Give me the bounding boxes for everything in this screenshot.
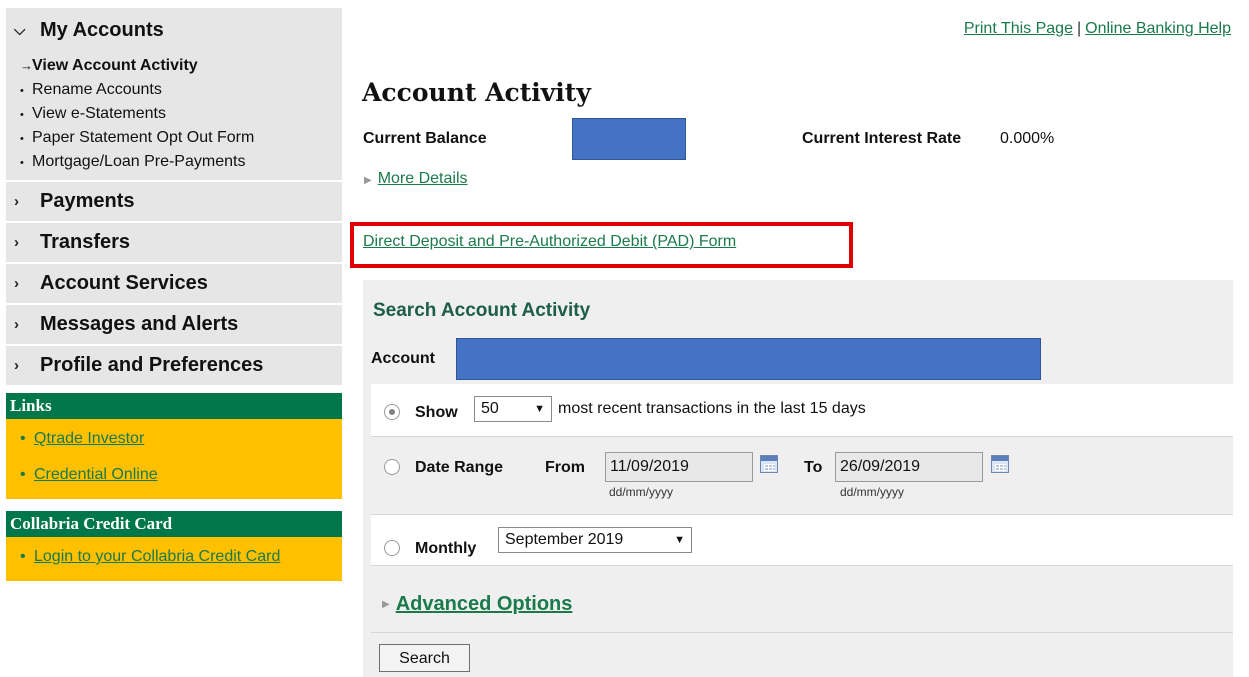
nav-label: Payments xyxy=(40,190,135,212)
links-title: Links xyxy=(6,393,342,419)
bullet-icon: • xyxy=(20,548,26,565)
calendar-icon[interactable] xyxy=(991,455,1009,473)
chevron-right-icon: › xyxy=(14,193,19,210)
chevron-right-icon: › xyxy=(14,275,19,292)
monthly-radio[interactable] xyxy=(384,540,400,556)
sidebar-item-label: View Account Activity xyxy=(32,57,198,74)
collabria-item: • Login to your Collabria Credit Card xyxy=(6,547,342,567)
sidebar-item-rename-accounts[interactable]: • Rename Accounts xyxy=(6,78,342,102)
to-date-hint: dd/mm/yyyy xyxy=(840,485,905,499)
chevron-down-icon: ⌵ xyxy=(14,21,26,39)
sidebar-item-label: Rename Accounts xyxy=(32,81,162,98)
sidebar-item-mortgage-loan-prepayments[interactable]: • Mortgage/Loan Pre-Payments xyxy=(6,150,342,174)
more-details-link[interactable]: More Details xyxy=(378,170,468,187)
chevron-right-icon: › xyxy=(14,357,19,374)
sidebar-item-view-e-statements[interactable]: • View e-Statements xyxy=(6,102,342,126)
show-count-select[interactable]: 50 ▼ xyxy=(474,396,552,422)
nav-label: Messages and Alerts xyxy=(40,313,239,335)
nav-label: Account Services xyxy=(40,272,208,294)
sidebar-item-label: View e-Statements xyxy=(32,105,166,122)
arrow-right-icon: → xyxy=(20,58,33,73)
collabria-box: Collabria Credit Card • Login to your Col… xyxy=(6,511,342,581)
sidebar-item-label: Mortgage/Loan Pre-Payments xyxy=(32,153,246,170)
bullet-icon: • xyxy=(20,133,24,145)
link-credential-online[interactable]: Credential Online xyxy=(34,465,158,485)
chevron-right-icon: › xyxy=(14,316,19,333)
balance-redaction xyxy=(572,118,686,160)
to-label: To xyxy=(804,459,823,476)
collabria-title: Collabria Credit Card xyxy=(6,511,342,537)
month-select[interactable]: September 2019 ▼ xyxy=(498,527,692,553)
pad-form-link[interactable]: Direct Deposit and Pre-Authorized Debit … xyxy=(363,233,736,251)
divider xyxy=(371,632,1233,633)
links-item: • Credential Online xyxy=(6,465,342,485)
nav-my-accounts-label: My Accounts xyxy=(40,18,164,41)
link-qtrade-investor[interactable]: Qtrade Investor xyxy=(34,429,144,449)
dropdown-arrow-icon: ▼ xyxy=(674,534,685,546)
top-links: Print This Page | Online Banking Help xyxy=(964,20,1231,38)
from-date-input[interactable]: 11/09/2019 xyxy=(605,452,753,482)
sidebar: ⌵ My Accounts →View Account Activity • Re… xyxy=(6,8,342,581)
print-page-link[interactable]: Print This Page xyxy=(964,20,1073,37)
divider xyxy=(371,436,1233,437)
account-label: Account xyxy=(371,350,435,367)
search-button[interactable]: Search xyxy=(379,644,470,672)
search-title: Search Account Activity xyxy=(373,300,591,321)
advanced-options-link[interactable]: Advanced Options xyxy=(396,593,573,615)
bullet-icon: • xyxy=(20,430,26,447)
online-banking-help-link[interactable]: Online Banking Help xyxy=(1085,20,1231,37)
interest-rate-value: 0.000% xyxy=(1000,130,1055,147)
sidebar-item-view-account-activity[interactable]: →View Account Activity xyxy=(6,54,342,78)
bullet-icon: • xyxy=(20,85,24,97)
nav-messages-alerts[interactable]: › Messages and Alerts xyxy=(6,305,342,344)
interest-rate-label: Current Interest Rate xyxy=(802,130,962,147)
nav-label: Transfers xyxy=(40,231,131,253)
divider xyxy=(371,565,1233,566)
links-item: • Qtrade Investor xyxy=(6,429,342,449)
show-label: Show xyxy=(415,404,458,421)
nav-my-accounts[interactable]: ⌵ My Accounts xyxy=(6,8,342,52)
expand-triangle-icon: ▶ xyxy=(364,175,372,186)
nav-transfers[interactable]: › Transfers xyxy=(6,223,342,262)
advanced-options-toggle[interactable]: ▶ Advanced Options xyxy=(382,593,572,616)
more-details-toggle[interactable]: ▶ More Details xyxy=(364,170,468,188)
nav-account-services[interactable]: › Account Services xyxy=(6,264,342,303)
chevron-right-icon: › xyxy=(14,234,19,251)
date-range-label: Date Range xyxy=(415,459,504,476)
nav-payments[interactable]: › Payments xyxy=(6,182,342,221)
dropdown-arrow-icon: ▼ xyxy=(534,403,545,415)
link-separator: | xyxy=(1076,20,1082,37)
date-range-radio[interactable] xyxy=(384,459,400,475)
page-title: Account Activity xyxy=(362,78,591,107)
account-select-redaction[interactable] xyxy=(456,338,1041,380)
show-suffix: most recent transactions in the last 15 … xyxy=(558,400,866,417)
sidebar-item-label: Paper Statement Opt Out Form xyxy=(32,129,255,146)
from-label: From xyxy=(545,459,585,476)
my-accounts-submenu: →View Account Activity • Rename Accounts … xyxy=(6,52,342,180)
sidebar-item-paper-statement-opt-out[interactable]: • Paper Statement Opt Out Form xyxy=(6,126,342,150)
monthly-label: Monthly xyxy=(415,540,477,557)
show-count-value: 50 xyxy=(481,400,499,417)
bullet-icon: • xyxy=(20,157,24,169)
show-radio[interactable] xyxy=(384,404,400,420)
expand-triangle-icon: ▶ xyxy=(382,599,390,611)
bullet-icon: • xyxy=(20,109,24,121)
from-date-hint: dd/mm/yyyy xyxy=(609,485,674,499)
links-box: Links • Qtrade Investor • Credential Onlin… xyxy=(6,393,342,499)
to-date-input[interactable]: 26/09/2019 xyxy=(835,452,983,482)
bullet-icon: • xyxy=(20,466,26,483)
current-balance-label: Current Balance xyxy=(363,130,487,147)
nav-profile-preferences[interactable]: › Profile and Preferences xyxy=(6,346,342,385)
link-collabria-login[interactable]: Login to your Collabria Credit Card xyxy=(34,547,280,567)
calendar-icon[interactable] xyxy=(760,455,778,473)
nav-label: Profile and Preferences xyxy=(40,354,264,376)
month-select-value: September 2019 xyxy=(505,531,624,548)
